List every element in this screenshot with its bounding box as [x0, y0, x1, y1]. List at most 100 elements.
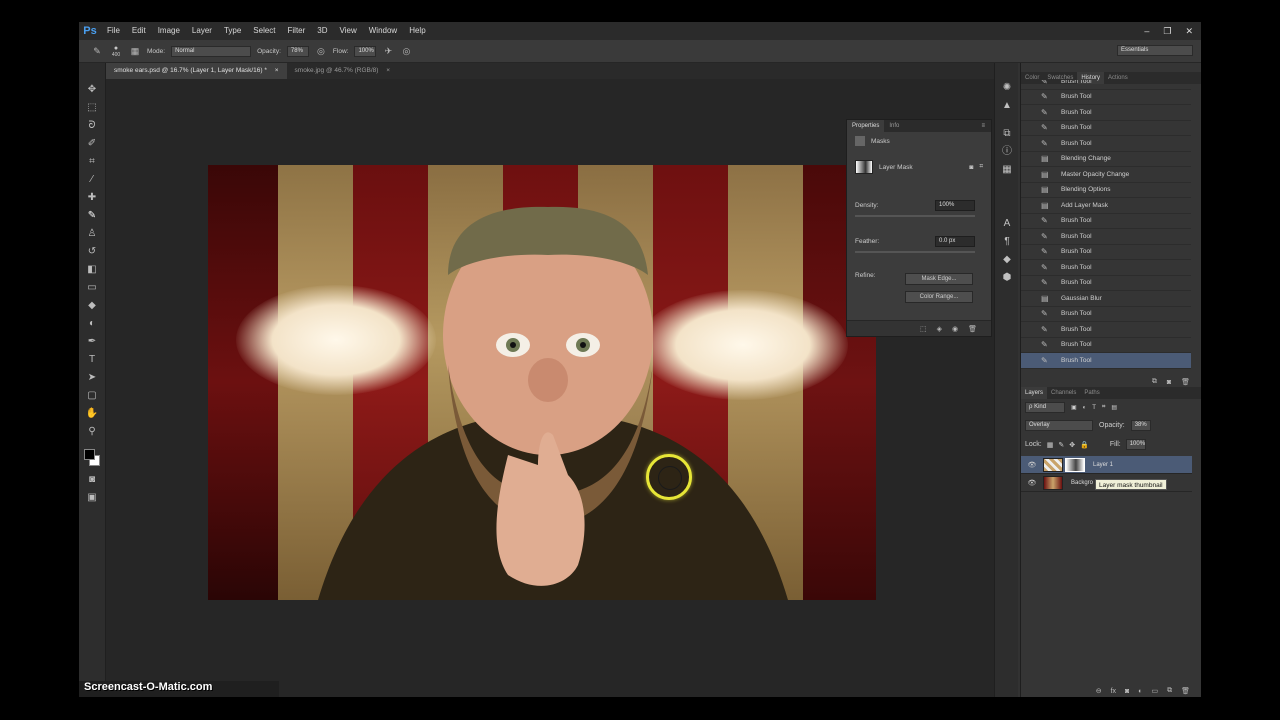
- history-state[interactable]: ✎ Brush Tool: [1021, 260, 1191, 276]
- history-state[interactable]: ✎ Brush Tool: [1021, 121, 1191, 136]
- brush-tool-preset-icon[interactable]: ✎: [91, 45, 103, 57]
- size-pressure-icon[interactable]: ◎: [400, 45, 412, 57]
- menu-window[interactable]: Window: [363, 22, 403, 40]
- visibility-eye-icon[interactable]: 👁: [1025, 479, 1039, 487]
- new-group-icon[interactable]: ▭: [1151, 687, 1158, 695]
- crop-tool-icon[interactable]: ⌗: [84, 155, 100, 169]
- density-input[interactable]: 100%: [935, 200, 975, 211]
- zoom-tool-icon[interactable]: ⚲: [84, 425, 100, 439]
- feather-input[interactable]: 0.0 px: [935, 236, 975, 247]
- styles-icon[interactable]: ▦: [1000, 163, 1014, 177]
- history-state[interactable]: ✎ Brush Tool: [1021, 276, 1191, 291]
- stamp-tool-icon[interactable]: ♙: [84, 227, 100, 241]
- feather-slider[interactable]: [855, 251, 975, 253]
- paragraph-icon[interactable]: ¶: [1000, 235, 1014, 249]
- tab-info[interactable]: Info: [884, 120, 904, 132]
- delete-layer-icon[interactable]: 🗑: [1181, 687, 1190, 695]
- flow-input[interactable]: 100%: [354, 45, 377, 57]
- new-layer-icon[interactable]: ⧉: [1167, 687, 1172, 695]
- tool-presets-icon[interactable]: ◆: [1000, 253, 1014, 267]
- fx-icon[interactable]: fx: [1111, 688, 1116, 695]
- history-state[interactable]: ✎ Brush Tool: [1021, 90, 1191, 105]
- delete-mask-icon[interactable]: 🗑: [968, 325, 977, 333]
- type-tool-icon[interactable]: T: [84, 353, 100, 367]
- tab-smoke-ears[interactable]: smoke ears.psd @ 16.7% (Layer 1, Layer M…: [106, 63, 287, 79]
- disable-mask-icon[interactable]: ◉: [952, 325, 958, 333]
- lock-all-icon[interactable]: 🔒: [1080, 441, 1089, 449]
- mask-thumbnail[interactable]: [855, 160, 873, 174]
- layer-opacity-input[interactable]: 38%: [1130, 420, 1151, 431]
- eraser-tool-icon[interactable]: ◧: [84, 263, 100, 277]
- history-state[interactable]: ✎ Brush Tool: [1021, 229, 1191, 245]
- filter-type-icon[interactable]: T: [1092, 405, 1096, 411]
- airbrush-icon[interactable]: ✈: [382, 45, 394, 57]
- brush-tool-icon[interactable]: ✎: [84, 209, 100, 223]
- hand-tool-icon[interactable]: ✋: [84, 407, 100, 421]
- layer-thumbnail[interactable]: [1043, 457, 1063, 472]
- tab-channels[interactable]: Channels: [1047, 387, 1080, 399]
- lock-pixels-icon[interactable]: ✎: [1058, 441, 1064, 449]
- character-icon[interactable]: A: [1000, 217, 1014, 231]
- history-state[interactable]: ▤ Blending Change: [1021, 152, 1191, 167]
- filter-pixel-icon[interactable]: ▣: [1071, 404, 1077, 411]
- density-slider[interactable]: [855, 215, 975, 217]
- blur-tool-icon[interactable]: ◆: [84, 299, 100, 313]
- eyedropper-tool-icon[interactable]: ⁄: [84, 173, 100, 187]
- menu-edit[interactable]: Edit: [126, 22, 152, 40]
- filter-smart-icon[interactable]: ▤: [1111, 404, 1117, 411]
- tab-properties[interactable]: Properties: [847, 120, 885, 132]
- panel-menu-icon[interactable]: ≡: [981, 123, 991, 129]
- history-state[interactable]: ✎ Brush Tool: [1021, 136, 1191, 152]
- pixel-mask-icon[interactable]: ◙: [969, 164, 973, 171]
- menu-help[interactable]: Help: [403, 22, 431, 40]
- close-tab-icon[interactable]: ×: [275, 67, 279, 74]
- mask-edge-button[interactable]: Mask Edge...: [905, 273, 973, 285]
- history-state[interactable]: ✎ Brush Tool: [1021, 80, 1191, 90]
- layer-thumbnail[interactable]: [1043, 475, 1063, 490]
- history-state[interactable]: ✎ Brush Tool: [1021, 214, 1191, 229]
- histogram-icon[interactable]: ▲: [1000, 99, 1014, 113]
- menu-layer[interactable]: Layer: [186, 22, 218, 40]
- color-range-button[interactable]: Color Range...: [905, 291, 973, 303]
- mode-select[interactable]: Normal: [171, 45, 252, 57]
- menu-view[interactable]: View: [334, 22, 363, 40]
- shape-tool-icon[interactable]: ▢: [84, 389, 100, 403]
- history-state[interactable]: ✎ Brush Tool: [1021, 353, 1191, 369]
- workspace-select[interactable]: Essentials: [1117, 45, 1193, 56]
- opacity-pressure-icon[interactable]: ◎: [315, 45, 327, 57]
- opacity-input[interactable]: 78%: [286, 45, 309, 57]
- menu-3d[interactable]: 3D: [311, 22, 333, 40]
- apply-mask-icon[interactable]: ◈: [937, 325, 942, 333]
- minimize-button[interactable]: –: [1144, 22, 1149, 40]
- brush-panel-icon[interactable]: ▦: [129, 45, 141, 57]
- fill-input[interactable]: 100%: [1125, 439, 1146, 450]
- menu-filter[interactable]: Filter: [282, 22, 312, 40]
- foreground-color-swatch[interactable]: [84, 449, 95, 460]
- history-state[interactable]: ✎ Brush Tool: [1021, 338, 1191, 353]
- snapshot-icon[interactable]: ◙: [1167, 379, 1171, 386]
- blend-mode-select[interactable]: Overlay: [1025, 420, 1093, 431]
- history-state[interactable]: ✎ Brush Tool: [1021, 307, 1191, 322]
- history-brush-tool-icon[interactable]: ↺: [84, 245, 100, 259]
- move-tool-icon[interactable]: ✥: [84, 83, 100, 97]
- tab-smoke-jpg[interactable]: smoke.jpg @ 46.7% (RGB/8) ×: [287, 63, 399, 79]
- menu-file[interactable]: File: [101, 22, 126, 40]
- quick-mask-icon[interactable]: ◙: [84, 473, 100, 487]
- history-state[interactable]: ▤ Blending Options: [1021, 183, 1191, 198]
- menu-image[interactable]: Image: [152, 22, 186, 40]
- history-state[interactable]: ✎ Brush Tool: [1021, 245, 1191, 260]
- adjust-icon[interactable]: ✺: [1000, 81, 1014, 95]
- document-image[interactable]: [208, 165, 876, 600]
- tab-layers[interactable]: Layers: [1021, 387, 1048, 399]
- close-tab-icon[interactable]: ×: [386, 67, 390, 74]
- 3d-icon[interactable]: ⬢: [1000, 271, 1014, 285]
- vector-mask-icon[interactable]: ⌗: [979, 163, 983, 171]
- adjustment-layer-icon[interactable]: ◐: [1138, 688, 1142, 695]
- filter-adjust-icon[interactable]: ◐: [1083, 405, 1087, 411]
- new-document-from-state-icon[interactable]: ⧉: [1152, 378, 1157, 386]
- menu-type[interactable]: Type: [218, 22, 247, 40]
- quick-select-tool-icon[interactable]: ✐: [84, 137, 100, 151]
- history-state[interactable]: ✎ Brush Tool: [1021, 322, 1191, 338]
- info-icon[interactable]: ⓘ: [1000, 145, 1014, 159]
- gradient-tool-icon[interactable]: ▭: [84, 281, 100, 295]
